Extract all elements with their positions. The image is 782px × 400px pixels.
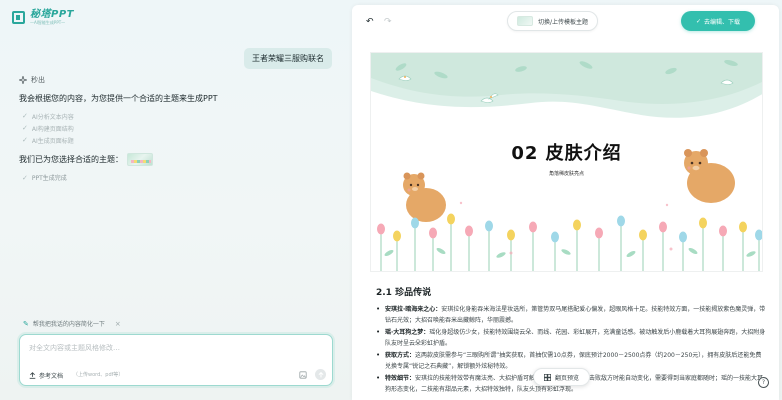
arrow-up-icon [318,371,323,377]
image-icon[interactable] [297,369,308,380]
switch-theme-button[interactable]: 切换/上传模板主题 [507,11,599,31]
undo-icon[interactable]: ↶ [366,17,374,27]
upload-icon [29,372,36,379]
edit-download-button[interactable]: ✓ 去编辑、下载 [681,11,755,31]
check-icon: ✓ [22,136,28,144]
switch-theme-label: 切换/上传模板主题 [538,18,589,26]
logo-mark-icon [12,11,25,24]
preview-panel: ↶ ↷ 切换/上传模板主题 ✓ 去编辑、下载 02 皮肤介绍 角落稀皮肤亮点 2… [352,5,779,400]
slide-subtitle: 角落稀皮肤亮点 [548,171,584,177]
redo-icon[interactable]: ↷ [384,17,392,27]
sparkle-icon [19,76,27,84]
theme-thumbnail[interactable] [127,153,153,166]
app-logo[interactable]: 秘塔PPT —AI智能生成PPT— [12,10,74,25]
reference-doc-button[interactable]: 参考文档 [29,371,63,380]
progress-step: ✓ AI分析文本内容 [22,112,74,121]
generation-done: ✓ PPT生成完成 [22,173,67,183]
reference-doc-label: 参考文档 [39,373,64,380]
prompt-input[interactable] [29,343,319,359]
check-icon: ✓ [22,124,28,132]
slide-preview[interactable]: 02 皮肤介绍 角落稀皮肤亮点 [370,52,763,272]
grid-icon [544,373,551,381]
reference-doc-hint: （上传word、pdf等） [73,372,124,378]
theme-selection-text: 我们已为您选择合适的主题： [19,155,123,164]
magic-wand-icon: ✎ [23,319,29,328]
ai-status: 秒出 [19,75,45,85]
suggestion-chip-label: 帮我把我话的内容简化一下 [32,321,105,328]
logo-name: 秘塔PPT [30,9,74,20]
ai-intro-text: 我会根据您的内容，为您提供一个合适的主题来生成PPT [19,94,218,103]
check-icon: ✓ [695,17,701,25]
suggestion-chip[interactable]: ✎ 帮我把我话的内容简化一下 × [23,319,121,329]
user-message-bubble: 王者荣耀三服购联名 [244,48,332,69]
check-icon: ✓ [22,173,28,182]
composer: 参考文档 （上传word、pdf等） [19,334,333,386]
close-icon[interactable]: × [115,320,121,328]
page-preview-button[interactable]: 翻页预览 [533,368,591,386]
send-button[interactable] [315,369,326,380]
progress-steps: ✓ AI分析文本内容 ✓ AI构建页面结构 ✓ AI生成页面标题 [22,110,74,146]
bullet-item: 瑶·大耳狗之梦：瑶化身超级仿少女，技能特效围绕云朵、而线、花园、彩虹展开，充满童… [376,327,766,349]
status-label: 秒出 [31,76,45,84]
progress-step: ✓ AI构建页面结构 [22,124,74,133]
theme-mini-thumbnail [517,16,533,26]
chat-panel: 秘塔PPT —AI智能生成PPT— 王者荣耀三服购联名 秒出 我会根据您的内容，… [0,0,344,400]
slide-title: 02 皮肤介绍 [511,143,622,164]
check-icon: ✓ [22,112,28,120]
edit-download-label: 去编辑、下载 [704,18,741,26]
page-preview-label: 翻页预览 [555,374,580,382]
help-icon[interactable]: ? [758,377,769,388]
theme-selection: 我们已为您选择合适的主题： [19,153,153,166]
progress-step: ✓ AI生成页面标题 [22,136,74,145]
section-title: 2.1 珍品传说 [376,288,432,298]
logo-tagline: —AI智能生成PPT— [30,20,66,25]
bullet-item: 安琪拉·暗海来之心：安琪拉化身能吞米海法星妆选所，第管势双马尾搭配爱心偏发，超眼… [376,304,766,326]
